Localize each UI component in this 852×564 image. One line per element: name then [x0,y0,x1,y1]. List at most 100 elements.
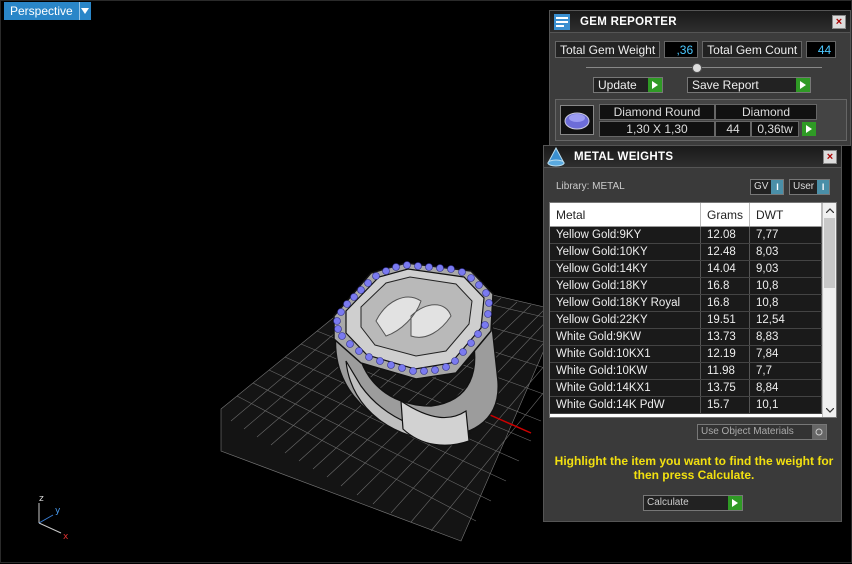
radio-icon[interactable] [812,425,826,439]
info-icon[interactable]: I [817,180,830,194]
metal-name: White Gold:10KX1 [550,346,701,362]
metal-grams: 12.19 [701,346,750,362]
metal-dwt: 10,1 [750,397,822,413]
metal-dwt: 10,8 [750,278,822,294]
metal-name: Yellow Gold:14KY [550,261,701,277]
gem-reporter-icon [550,11,574,33]
play-icon[interactable] [728,496,742,510]
metal-name: White Gold:10KW [550,363,701,379]
close-icon[interactable]: × [832,15,846,29]
play-icon[interactable] [802,122,816,136]
axis-gizmo: z y x [38,494,69,542]
metal-name: Yellow Gold:18KY Royal [550,295,701,311]
metal-dwt: 8,03 [750,244,822,260]
gem-material-header: Diamond [715,104,817,120]
user-toggle-label: User [793,181,815,192]
metal-grams: 16.8 [701,295,750,311]
scrollbar-thumb[interactable] [824,218,835,288]
metal-grams: 16.8 [701,278,750,294]
metal-dwt: 10,8 [750,295,822,311]
metal-grams: 11.98 [701,363,750,379]
use-object-materials-toggle[interactable]: Use Object Materials [697,424,827,440]
gem-weight[interactable]: 0,36tw [751,121,799,137]
metal-weights-title: METAL WEIGHTS [574,150,674,163]
calculate-button[interactable]: Calculate [643,495,743,511]
metal-name: Yellow Gold:22KY [550,312,701,328]
total-gem-weight-label: Total Gem Weight [555,41,661,58]
metal-grams: 15.7 [701,397,750,413]
metal-name: Yellow Gold:18KY [550,278,701,294]
gem-buttons-row: Update Save Report [593,77,811,93]
metal-name: Yellow Gold:10KY [550,244,701,260]
gem-size[interactable]: 1,30 X 1,30 [599,121,715,137]
chevron-down-icon[interactable] [823,403,836,417]
metal-grams: 13.73 [701,329,750,345]
user-toggle[interactable]: User I [789,179,831,195]
metal-dwt: 8,84 [750,380,822,396]
chevron-down-icon[interactable] [78,2,91,20]
metal-dwt: 8,83 [750,329,822,345]
metal-grams: 13.75 [701,380,750,396]
metal-dwt: 7,7 [750,363,822,379]
table-row[interactable]: White Gold:14K PdW 15.7 10,1 [550,397,836,414]
gem-totals-row: Total Gem Weight ,36 Total Gem Count 44 [555,41,837,58]
column-metal[interactable]: Metal [550,203,701,226]
gem-reporter-panel: GEM REPORTER × Total Gem Weight ,36 Tota… [549,10,851,146]
axis-y-label: y [55,506,61,516]
metal-name: Yellow Gold:9KY [550,227,701,243]
metal-name: White Gold:9KW [550,329,701,345]
splitter-track [586,67,822,68]
table-row[interactable]: Yellow Gold:22KY 19.51 12,54 [550,312,836,329]
metal-dwt: 9,03 [750,261,822,277]
table-row[interactable]: White Gold:14KX1 13.75 8,84 [550,380,836,397]
metal-dwt: 12,54 [750,312,822,328]
total-gem-count-value: 44 [806,41,837,58]
gv-toggle-label: GV [754,181,769,192]
table-row[interactable]: Yellow Gold:9KY 12.08 7,77 [550,227,836,244]
gv-toggle[interactable]: GV I [750,179,785,195]
cone-icon [544,146,568,168]
gem-type-header: Diamond Round [599,104,715,120]
view-name[interactable]: Perspective [4,2,79,20]
table-row[interactable]: White Gold:10KX1 12.19 7,84 [550,346,836,363]
gem-reporter-titlebar[interactable]: GEM REPORTER × [550,11,850,33]
chevron-up-icon[interactable] [823,203,836,217]
play-icon[interactable] [796,78,810,92]
axis-z-label: z [39,494,44,504]
column-grams[interactable]: Grams [701,203,750,226]
total-gem-weight-value: ,36 [664,41,699,58]
calculate-button-label: Calculate [647,497,689,508]
use-object-materials-label: Use Object Materials [701,426,794,437]
table-row[interactable]: White Gold:10KW 11.98 7,7 [550,363,836,380]
panel-splitter[interactable] [586,63,822,73]
play-icon[interactable] [648,78,662,92]
table-row[interactable]: Yellow Gold:10KY 12.48 8,03 [550,244,836,261]
metal-grams: 19.51 [701,312,750,328]
metal-name: White Gold:14K PdW [550,397,701,413]
gem-count[interactable]: 44 [715,121,751,137]
update-button[interactable]: Update [593,77,663,93]
table-row[interactable]: Yellow Gold:18KY Royal 16.8 10,8 [550,295,836,312]
metal-list-scrollbar[interactable] [822,203,836,417]
splitter-knob[interactable] [692,63,702,73]
metal-list[interactable]: Metal Grams DWT Yellow Gold:9KY 12.08 7,77… [549,202,837,418]
metal-list-header: Metal Grams DWT [550,203,836,227]
column-dwt[interactable]: DWT [750,203,822,226]
total-gem-count-label: Total Gem Count [702,41,803,58]
table-row[interactable]: Yellow Gold:18KY 16.8 10,8 [550,278,836,295]
library-label: Library: METAL [556,181,625,192]
metal-weights-panel: METAL WEIGHTS × Library: METAL GV I User… [543,145,842,522]
metal-grams: 14.04 [701,261,750,277]
table-row[interactable]: Yellow Gold:14KY 14.04 9,03 [550,261,836,278]
table-row[interactable]: White Gold:9KW 13.73 8,83 [550,329,836,346]
metal-dwt: 7,77 [750,227,822,243]
info-icon[interactable]: I [771,180,784,194]
save-report-button[interactable]: Save Report [687,77,811,93]
metal-grams: 12.48 [701,244,750,260]
diamond-round-icon [560,105,594,135]
metal-weights-titlebar[interactable]: METAL WEIGHTS × [544,146,841,168]
metal-dwt: 7,84 [750,346,822,362]
view-selector[interactable]: Perspective [4,2,91,20]
metal-grams: 12.08 [701,227,750,243]
close-icon[interactable]: × [823,150,837,164]
